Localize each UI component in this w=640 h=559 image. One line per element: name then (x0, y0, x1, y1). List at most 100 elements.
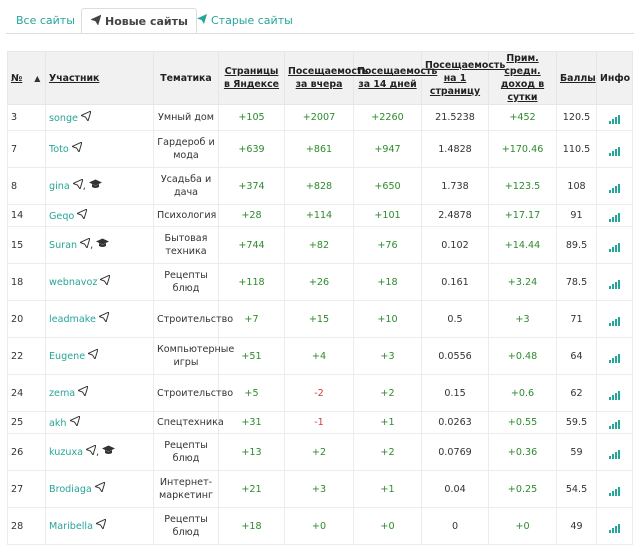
user-link[interactable]: Eugene (49, 351, 85, 362)
user-link[interactable]: kuzuxa (49, 447, 83, 458)
col-per-page-header[interactable]: Посещаемость на 1 страницу (421, 51, 505, 105)
stats-bars-icon[interactable] (608, 416, 621, 429)
row-theme: Бытовая техника (153, 226, 219, 264)
user-link[interactable]: akh (49, 418, 67, 429)
paper-plane-icon[interactable] (97, 311, 110, 326)
stats-bars-icon[interactable] (608, 483, 621, 496)
paper-plane-icon[interactable] (68, 414, 81, 430)
tab-all-sites[interactable]: Все сайты (8, 8, 83, 33)
row-num: 8 (7, 167, 46, 205)
row-visits-14: +10 (353, 300, 422, 338)
user-link[interactable]: Geqo (49, 211, 74, 222)
user-link[interactable]: Toto (49, 144, 69, 155)
col-visits-14-header[interactable]: Посещаемость за 14 дней (353, 51, 437, 105)
row-visits-14: +947 (353, 130, 422, 168)
user-link[interactable]: gina (49, 181, 70, 192)
stats-bars-icon[interactable] (608, 143, 621, 156)
row-score: 59 (556, 433, 597, 471)
row-visits-14: +0 (353, 507, 422, 545)
stats-bars-icon[interactable] (608, 350, 621, 363)
row-visits-yesterday: +15 (284, 300, 354, 338)
paper-plane-icon (90, 9, 102, 34)
paper-plane-icon[interactable] (78, 237, 91, 252)
graduation-cap-icon[interactable] (96, 238, 110, 252)
col-visits-yesterday-header[interactable]: Посещаемость за вчера (284, 51, 368, 105)
paper-plane-icon[interactable] (76, 385, 89, 400)
stats-bars-icon[interactable] (608, 209, 621, 222)
stats-bars-icon[interactable] (608, 180, 621, 193)
paper-plane-icon[interactable] (71, 178, 84, 193)
row-score: 110.5 (556, 130, 597, 168)
row-income: +123.5 (488, 167, 557, 205)
row-user: Suran, (45, 226, 154, 264)
row-num: 3 (7, 104, 46, 131)
tab-new-sites[interactable]: Новые сайты (81, 8, 197, 34)
user-link[interactable]: Brodiaga (49, 484, 92, 495)
row-per-page: 21.5238 (421, 104, 489, 131)
user-link[interactable]: Suran (49, 240, 77, 251)
row-score: 120.5 (556, 104, 597, 131)
stats-bars-icon[interactable] (608, 313, 621, 326)
stats-bars-icon[interactable] (608, 446, 621, 459)
graduation-cap-icon[interactable] (88, 179, 102, 193)
row-info (596, 130, 633, 168)
row-theme: Рецепты блюд (153, 507, 219, 545)
row-score: 62 (556, 374, 597, 412)
row-income: +0 (488, 507, 557, 545)
row-info (596, 374, 633, 412)
paper-plane-icon[interactable] (79, 109, 92, 125)
row-user: Toto (45, 130, 154, 168)
row-visits-yesterday: +82 (284, 226, 354, 264)
row-num: 26 (7, 433, 46, 471)
row-info (596, 337, 633, 375)
row-pages: +21 (218, 470, 285, 508)
stats-bars-icon[interactable] (608, 276, 621, 289)
col-user-header[interactable]: Участник (45, 51, 154, 105)
tab-all-sites-label: Все сайты (16, 14, 75, 27)
paper-plane-icon[interactable] (93, 481, 106, 496)
row-pages: +744 (218, 226, 285, 264)
paper-plane-icon[interactable] (75, 207, 89, 223)
user-link[interactable]: zema (49, 388, 75, 399)
row-visits-yesterday: -1 (284, 411, 354, 434)
stats-bars-icon[interactable] (608, 520, 621, 533)
row-score: 78.5 (556, 263, 597, 301)
user-link[interactable]: songe (49, 113, 78, 124)
row-user: gina, (45, 167, 154, 205)
user-link[interactable]: leadmake (49, 314, 96, 325)
paper-plane-icon[interactable] (86, 348, 99, 363)
row-visits-14: +1 (353, 411, 422, 434)
col-pages-header[interactable]: Страницы в Яндексе (218, 51, 285, 105)
row-pages: +28 (218, 204, 285, 227)
tab-old-sites[interactable]: Старые сайты (188, 8, 301, 33)
row-visits-14: +2 (353, 433, 422, 471)
row-theme: Рецепты блюд (153, 263, 219, 301)
row-pages: +105 (218, 104, 285, 131)
graduation-cap-icon[interactable] (102, 445, 116, 459)
paper-plane-icon[interactable] (94, 518, 107, 533)
row-visits-yesterday: +2 (284, 433, 354, 471)
user-link[interactable]: webnavoz (49, 277, 97, 288)
paper-plane-icon[interactable] (84, 444, 97, 459)
row-score: 71 (556, 300, 597, 338)
stats-bars-icon[interactable] (608, 239, 621, 252)
col-num-header[interactable]: № ▲ (7, 51, 46, 105)
row-income: +0.55 (488, 411, 557, 434)
user-link[interactable]: Maribella (49, 521, 93, 532)
paper-plane-icon[interactable] (70, 141, 83, 156)
row-theme: Умный дом (153, 104, 219, 131)
sort-asc-icon[interactable]: ▲ (34, 72, 40, 85)
row-theme: Строительство (153, 300, 233, 338)
col-theme-header: Тематика (153, 51, 219, 105)
stats-bars-icon[interactable] (608, 387, 621, 400)
row-visits-yesterday: +861 (284, 130, 354, 168)
stats-bars-icon[interactable] (608, 111, 621, 124)
paper-plane-icon[interactable] (99, 274, 112, 289)
row-info (596, 433, 633, 471)
row-num: 20 (7, 300, 46, 338)
row-per-page: 0 (421, 507, 489, 545)
col-score-header[interactable]: Баллы (556, 51, 597, 105)
row-per-page: 0.102 (421, 226, 489, 264)
row-per-page: 0.161 (421, 263, 489, 301)
row-info (596, 263, 633, 301)
